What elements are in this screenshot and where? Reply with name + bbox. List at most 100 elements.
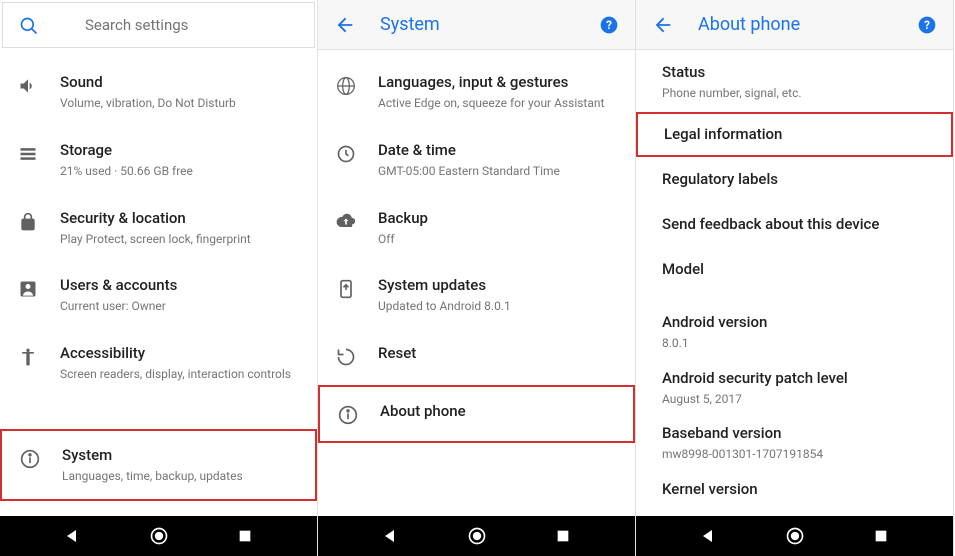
item-languages[interactable]: Languages, input & gestures Active Edge …: [318, 58, 635, 126]
item-sub: GMT-05:00 Eastern Standard Time: [378, 163, 619, 180]
item-sub: Languages, time, backup, updates: [62, 468, 299, 485]
search-icon: [17, 14, 41, 38]
info-icon: [18, 447, 42, 471]
item-android-version[interactable]: Android version 8.0.1: [636, 304, 953, 360]
system-list: Languages, input & gestures Active Edge …: [318, 50, 635, 516]
item-sub: mw8998-001301-1707191854: [662, 446, 937, 463]
item-kernel[interactable]: Kernel version: [636, 471, 953, 504]
item-title: Security & location: [60, 208, 301, 229]
item-sub: Volume, vibration, Do Not Disturb: [60, 95, 301, 112]
item-status[interactable]: Status Phone number, signal, etc.: [636, 52, 953, 112]
globe-icon: [334, 74, 358, 98]
svg-text:?: ?: [606, 18, 612, 32]
item-title: System: [62, 445, 299, 466]
system-panel: System ? Languages, input & gestures Act…: [318, 0, 636, 556]
item-title: Legal information: [664, 124, 935, 145]
item-title: Users & accounts: [60, 275, 301, 296]
nav-back-icon[interactable]: [382, 527, 400, 545]
item-model[interactable]: Model: [636, 247, 953, 304]
users-icon: [16, 277, 40, 301]
nav-bar: [318, 516, 635, 556]
page-title: About phone: [698, 14, 800, 35]
item-sub: Phone number, signal, etc.: [662, 85, 937, 102]
item-sub: 21% used · 50.66 GB free: [60, 163, 301, 180]
item-title: Android security patch level: [662, 368, 937, 389]
item-system-updates[interactable]: System updates Updated to Android 8.0.1: [318, 261, 635, 329]
item-sub: Current user: Owner: [60, 298, 301, 315]
lock-icon: [16, 210, 40, 234]
item-security[interactable]: Security & location Play Protect, screen…: [0, 194, 317, 262]
item-storage[interactable]: Storage 21% used · 50.66 GB free: [0, 126, 317, 194]
item-title: System updates: [378, 275, 619, 296]
help-icon[interactable]: ?: [917, 15, 937, 35]
clock-icon: [334, 142, 358, 166]
item-title: Accessibility: [60, 343, 301, 364]
reset-icon: [334, 345, 358, 369]
item-accessibility[interactable]: Accessibility Screen readers, display, i…: [0, 329, 317, 397]
header: About phone ?: [636, 0, 953, 50]
nav-home-icon[interactable]: [149, 526, 169, 546]
nav-recent-icon[interactable]: [237, 528, 253, 544]
sound-icon: [16, 74, 40, 98]
item-title: Regulatory labels: [662, 169, 937, 190]
item-sub: Screen readers, display, interaction con…: [60, 366, 301, 383]
nav-home-icon[interactable]: [785, 526, 805, 546]
help-icon[interactable]: ?: [599, 15, 619, 35]
page-title: System: [380, 14, 440, 35]
header: System ?: [318, 0, 635, 50]
item-security-patch[interactable]: Android security patch level August 5, 2…: [636, 360, 953, 416]
item-title: Model: [662, 259, 937, 280]
item-sub: Play Protect, screen lock, fingerprint: [60, 231, 301, 248]
item-sub: Off: [378, 231, 619, 248]
item-feedback[interactable]: Send feedback about this device: [636, 202, 953, 247]
item-system[interactable]: System Languages, time, backup, updates: [0, 429, 317, 501]
settings-list: Sound Volume, vibration, Do Not Disturb …: [0, 50, 317, 516]
item-users[interactable]: Users & accounts Current user: Owner: [0, 261, 317, 329]
item-sound[interactable]: Sound Volume, vibration, Do Not Disturb: [0, 58, 317, 126]
search-bar[interactable]: Search settings: [2, 2, 315, 48]
item-datetime[interactable]: Date & time GMT-05:00 Eastern Standard T…: [318, 126, 635, 194]
item-title: Date & time: [378, 140, 619, 161]
item-support[interactable]: ? Support & tips Help articles, phone & …: [0, 501, 317, 516]
item-baseband[interactable]: Baseband version mw8998-001301-170719185…: [636, 415, 953, 471]
item-sub: Updated to Android 8.0.1: [378, 298, 619, 315]
item-title: Reset: [378, 343, 619, 364]
back-icon[interactable]: [334, 14, 356, 36]
settings-panel: Search settings Sound Volume, vibration,…: [0, 0, 318, 556]
item-reset[interactable]: Reset: [318, 329, 635, 385]
nav-bar: [636, 516, 953, 556]
about-phone-panel: About phone ? Status Phone number, signa…: [636, 0, 954, 556]
item-sub: August 5, 2017: [662, 391, 937, 408]
storage-icon: [16, 142, 40, 166]
nav-back-icon[interactable]: [700, 527, 718, 545]
nav-back-icon[interactable]: [64, 527, 82, 545]
item-about-phone[interactable]: About phone: [318, 385, 635, 443]
item-backup[interactable]: Backup Off: [318, 194, 635, 262]
nav-home-icon[interactable]: [467, 526, 487, 546]
item-regulatory[interactable]: Regulatory labels: [636, 157, 953, 202]
nav-recent-icon[interactable]: [555, 528, 571, 544]
item-sub: Active Edge on, squeeze for your Assista…: [378, 95, 619, 112]
about-list: Status Phone number, signal, etc. Legal …: [636, 50, 953, 516]
accessibility-icon: [16, 345, 40, 369]
item-title: Storage: [60, 140, 301, 161]
cloud-icon: [334, 210, 358, 234]
item-title: Android version: [662, 312, 937, 333]
item-title: Languages, input & gestures: [378, 72, 619, 93]
item-title: Kernel version: [662, 479, 937, 500]
update-icon: [334, 277, 358, 301]
info-icon: [336, 403, 360, 427]
item-legal-information[interactable]: Legal information: [636, 112, 953, 157]
item-title: Send feedback about this device: [662, 214, 937, 235]
svg-text:?: ?: [924, 18, 930, 32]
nav-bar: [0, 516, 317, 556]
item-title: About phone: [380, 401, 603, 422]
nav-recent-icon[interactable]: [873, 528, 889, 544]
item-sub: 8.0.1: [662, 335, 937, 352]
item-title: Status: [662, 62, 937, 83]
item-title: Backup: [378, 208, 619, 229]
item-title: Baseband version: [662, 423, 937, 444]
search-placeholder: Search settings: [85, 16, 188, 34]
item-title: Sound: [60, 72, 301, 93]
back-icon[interactable]: [652, 14, 674, 36]
